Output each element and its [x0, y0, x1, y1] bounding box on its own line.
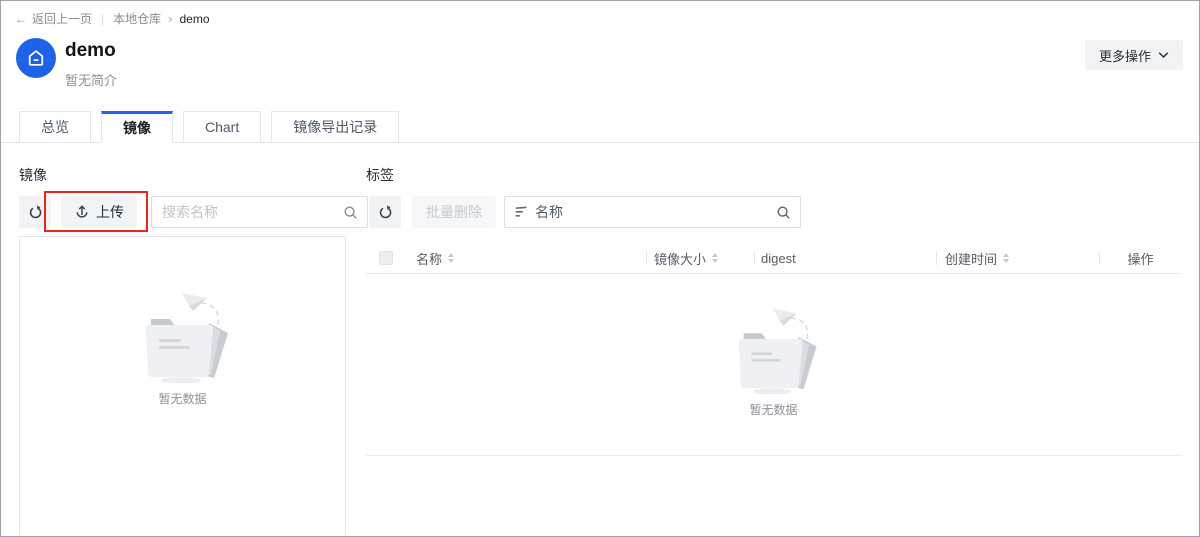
- column-image-size[interactable]: 镜像大小: [647, 249, 754, 268]
- tab-overview-label: 总览: [41, 117, 69, 137]
- images-search-input[interactable]: [162, 204, 343, 220]
- tab-image-export-records[interactable]: 镜像导出记录: [271, 111, 399, 143]
- chevron-down-icon: [1158, 51, 1169, 59]
- select-all-checkbox[interactable]: [379, 251, 393, 265]
- images-panel-title: 镜像: [19, 167, 346, 184]
- content-area: 镜像 上传: [1, 143, 1199, 537]
- upload-label: 上传: [96, 202, 124, 222]
- column-created-time-label: 创建时间: [945, 249, 997, 268]
- batch-delete-button[interactable]: 批量删除: [412, 196, 496, 228]
- back-link[interactable]: ← 返回上一页: [15, 10, 92, 27]
- tab-bar: 总览 镜像 Chart 镜像导出记录: [1, 111, 1199, 143]
- column-digest-label: digest: [761, 251, 796, 266]
- back-label: 返回上一页: [32, 10, 92, 27]
- images-panel: 镜像 上传: [19, 143, 346, 537]
- select-all-cell: [366, 251, 416, 265]
- upload-button[interactable]: 上传: [61, 196, 137, 228]
- header-text: demo 暂无简介: [65, 38, 117, 89]
- page-subtitle: 暂无简介: [65, 70, 117, 89]
- upload-button-wrapper: 上传: [61, 196, 137, 228]
- upload-icon: [74, 204, 90, 220]
- home-icon: [26, 48, 46, 68]
- column-name[interactable]: 名称: [416, 249, 646, 268]
- column-created-time[interactable]: 创建时间: [937, 249, 1099, 268]
- empty-folder-illustration: [719, 299, 829, 394]
- breadcrumb-current: demo: [180, 12, 210, 26]
- tags-empty-text: 暂无数据: [749, 401, 797, 418]
- tags-empty-row: 暂无数据: [366, 274, 1181, 456]
- filter-field-label: 名称: [535, 202, 776, 222]
- images-search-box: [151, 196, 368, 228]
- tag-filter-input[interactable]: 名称: [504, 196, 801, 228]
- column-digest: digest: [755, 251, 936, 266]
- images-list: 暂无数据: [19, 236, 346, 537]
- images-empty-text: 暂无数据: [158, 390, 206, 407]
- more-actions-button[interactable]: 更多操作: [1085, 40, 1183, 70]
- breadcrumb-chevron-icon: ›: [168, 11, 172, 26]
- tags-toolbar: 批量删除 名称: [369, 196, 1181, 228]
- breadcrumb: ← 返回上一页 | 本地仓库 › demo: [1, 1, 1199, 27]
- search-icon[interactable]: [776, 205, 791, 220]
- tab-overview[interactable]: 总览: [19, 111, 91, 143]
- refresh-icon: [377, 204, 394, 221]
- tags-table-header: 名称 镜像大小 digest 创建时间: [366, 243, 1181, 274]
- column-name-label: 名称: [416, 249, 442, 268]
- images-toolbar: 上传: [19, 196, 346, 228]
- page-header: demo 暂无简介 更多操作: [1, 38, 1199, 89]
- sort-icon[interactable]: [1003, 253, 1009, 263]
- filter-lines-icon: [515, 206, 528, 218]
- tags-panel-title: 标签: [366, 167, 1181, 184]
- back-arrow-icon: ←: [15, 12, 27, 26]
- search-icon[interactable]: [343, 205, 358, 220]
- page-title: demo: [65, 39, 117, 63]
- images-refresh-button[interactable]: [19, 196, 51, 228]
- repository-avatar: [16, 38, 56, 78]
- sort-icon[interactable]: [712, 253, 718, 263]
- tags-empty-state: 暂无数据: [719, 299, 829, 418]
- tab-images[interactable]: 镜像: [101, 111, 173, 143]
- column-image-size-label: 镜像大小: [654, 249, 706, 268]
- breadcrumb-parent[interactable]: 本地仓库: [113, 10, 161, 27]
- refresh-icon: [27, 204, 44, 221]
- sort-icon[interactable]: [448, 253, 454, 263]
- tags-refresh-button[interactable]: [369, 196, 401, 228]
- repository-detail-page: ← 返回上一页 | 本地仓库 › demo demo 暂无简介 更多操作: [0, 0, 1200, 537]
- images-empty-state: 暂无数据: [20, 283, 345, 407]
- breadcrumb-divider: |: [101, 12, 104, 26]
- tab-chart-label: Chart: [205, 119, 239, 135]
- tab-chart[interactable]: Chart: [183, 111, 261, 143]
- tab-images-label: 镜像: [123, 118, 151, 138]
- column-actions: 操作: [1100, 249, 1181, 268]
- tab-image-export-records-label: 镜像导出记录: [293, 117, 377, 137]
- more-actions-label: 更多操作: [1099, 46, 1151, 65]
- column-actions-label: 操作: [1127, 249, 1153, 268]
- tags-panel: 标签 批量删除 名称: [366, 143, 1181, 537]
- empty-folder-illustration: [125, 283, 241, 383]
